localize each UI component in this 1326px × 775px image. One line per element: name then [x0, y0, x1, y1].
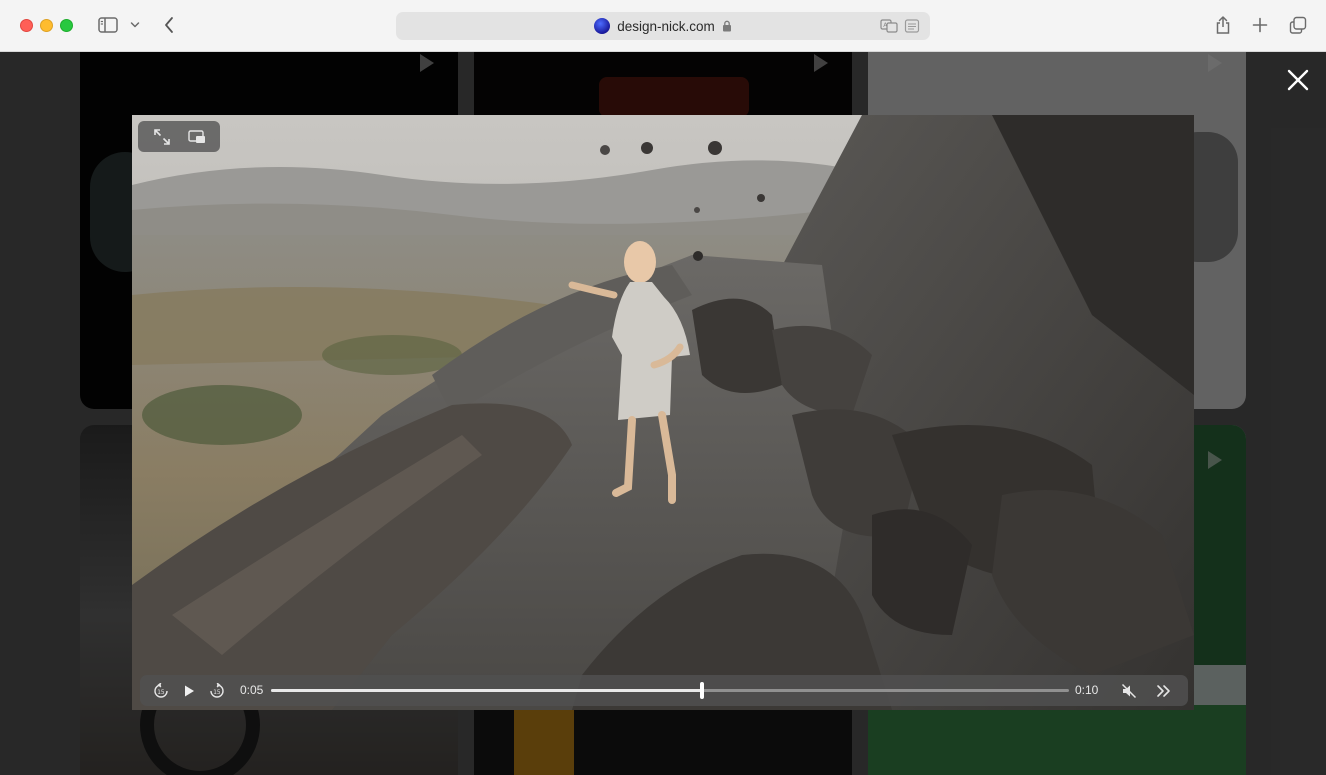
progress-fill [271, 689, 702, 692]
muted-speaker-icon [1121, 683, 1137, 698]
url-text: design-nick.com [617, 18, 715, 34]
close-icon[interactable] [1286, 68, 1310, 92]
sidebar-icon [98, 17, 118, 33]
picture-in-picture-button[interactable] [182, 125, 212, 149]
skip-forward-15-icon: 15 [210, 682, 224, 698]
mute-button[interactable] [1118, 675, 1140, 706]
tab-overview-button[interactable] [1286, 13, 1310, 37]
skip-back-15-icon: 15 [154, 682, 168, 698]
video-controls-bar: 15 15 0:05 0:10 [140, 675, 1188, 706]
fullscreen-button[interactable] [147, 125, 177, 149]
sidebar-menu-button[interactable] [128, 13, 142, 37]
svg-text:15: 15 [213, 689, 221, 695]
svg-text:15: 15 [157, 689, 165, 695]
more-options-button[interactable] [1152, 675, 1176, 706]
current-time: 0:05 [240, 683, 264, 697]
video-frame [132, 115, 1194, 710]
skip-forward-button[interactable]: 15 [206, 675, 228, 706]
progress-handle[interactable] [699, 682, 704, 699]
video-player[interactable]: 15 15 0:05 0:10 [132, 115, 1194, 710]
back-button[interactable] [160, 13, 178, 37]
site-favicon [594, 18, 611, 34]
sidebar-toggle-button[interactable] [96, 13, 120, 37]
play-icon [185, 685, 194, 696]
chevron-left-icon [165, 17, 173, 33]
progress-slider[interactable] [271, 682, 1069, 699]
window-close-button[interactable] [20, 19, 33, 32]
double-chevron-right-icon [1157, 684, 1170, 697]
share-button[interactable] [1212, 13, 1234, 37]
window-maximize-button[interactable] [60, 19, 73, 32]
browser-toolbar: design-nick.com A [0, 0, 1326, 52]
lock-icon [722, 20, 731, 32]
skip-back-button[interactable]: 15 [150, 675, 172, 706]
picture-in-picture-icon [187, 129, 205, 143]
share-icon [1216, 16, 1230, 34]
video-top-controls [138, 121, 220, 152]
expand-icon [153, 128, 170, 145]
address-bar[interactable]: design-nick.com A [396, 12, 930, 40]
chevron-down-icon [130, 22, 140, 28]
tabs-icon [1289, 16, 1307, 34]
window-minimize-button[interactable] [40, 19, 53, 32]
reader-icon[interactable] [904, 18, 920, 34]
plus-icon [1252, 17, 1268, 33]
duration: 0:10 [1075, 683, 1099, 697]
play-button[interactable] [178, 675, 200, 706]
translate-icon[interactable]: A [880, 18, 898, 34]
new-tab-button[interactable] [1249, 13, 1271, 37]
